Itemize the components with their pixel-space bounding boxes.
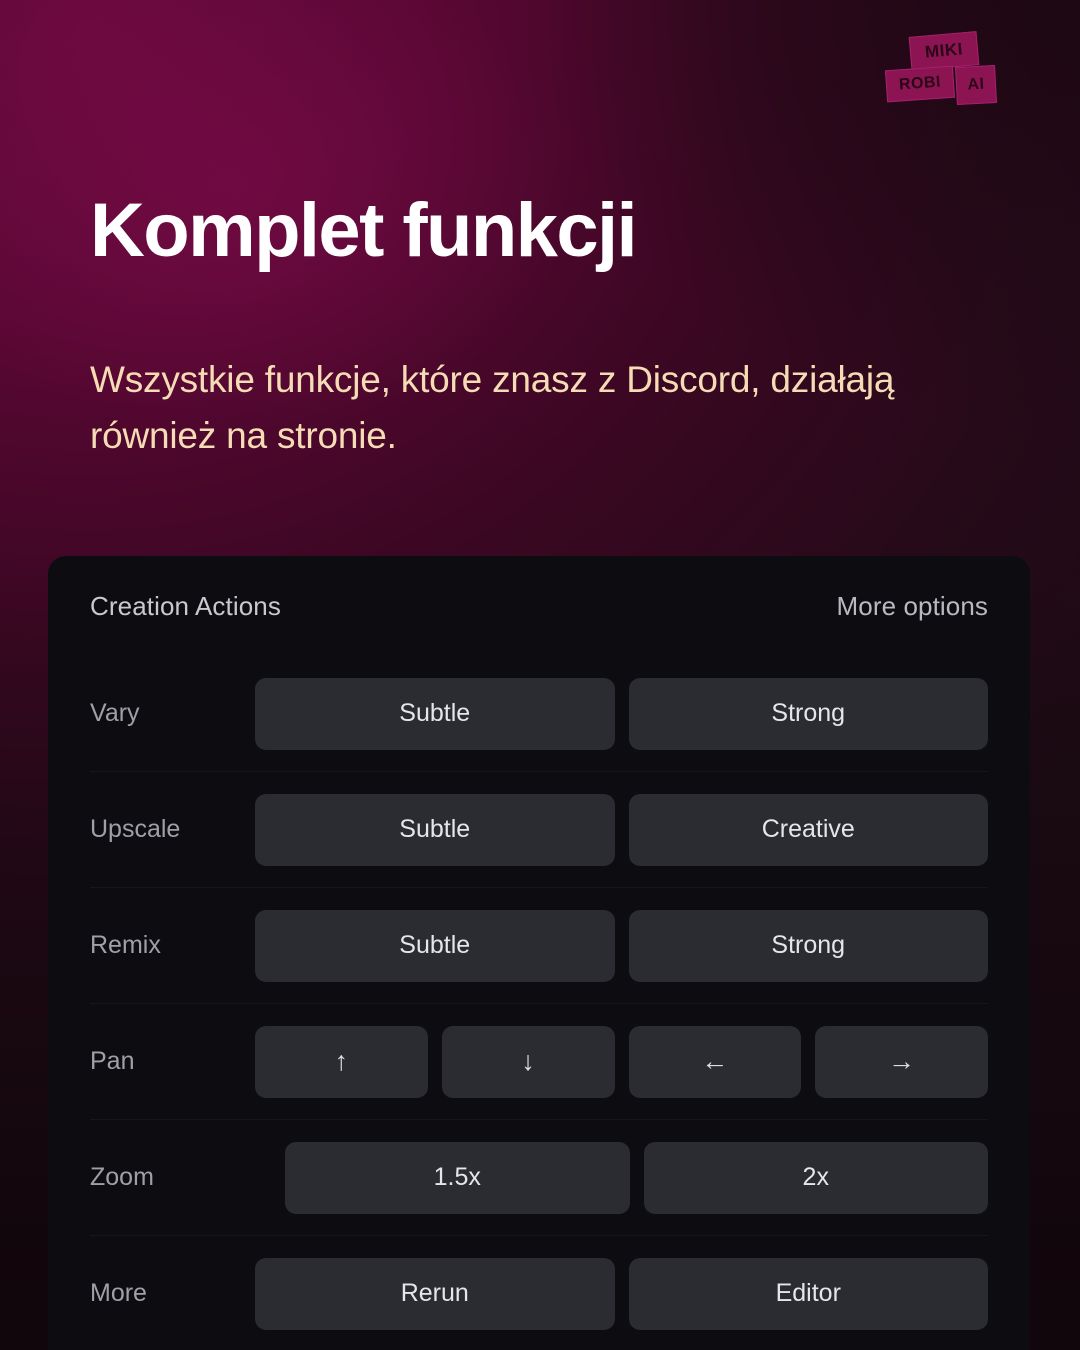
action-row: Upscale Subtle Creative (90, 772, 988, 888)
more-options-button[interactable]: More options (837, 591, 989, 622)
action-button[interactable]: Subtle (255, 909, 615, 982)
page-title: Komplet funkcji (90, 188, 638, 273)
action-button[interactable]: Strong (628, 909, 988, 982)
action-button[interactable]: Subtle (255, 793, 615, 866)
logo-text-robi: ROBI (898, 73, 942, 94)
action-row: Remix Subtle Strong (90, 888, 988, 1004)
action-row: Zoom 1.5x 2x (90, 1120, 988, 1236)
panel-title: Creation Actions (90, 590, 281, 621)
action-row-label: Pan (90, 1047, 135, 1075)
action-row-buttons: 1.5x 2x (285, 1141, 988, 1214)
page-subtitle: Wszystkie funkcje, które znasz z Discord… (90, 359, 895, 457)
action-rows: Vary Subtle Strong Upscale Subtle Creative Rem… (90, 656, 988, 1350)
arrow-up-icon[interactable]: ↑ (255, 1025, 428, 1098)
action-row-buttons: Subtle Strong (255, 677, 988, 750)
action-button[interactable]: Editor (628, 1257, 988, 1330)
action-row: Vary Subtle Strong (90, 656, 988, 772)
panel-header: Creation Actions More options (90, 556, 988, 656)
action-row-buttons: Subtle Strong (255, 909, 988, 982)
action-row-label: More (90, 1279, 147, 1307)
action-row-label: Remix (90, 931, 161, 959)
action-button[interactable]: Subtle (255, 677, 615, 750)
action-row-label: Upscale (90, 815, 181, 843)
action-button[interactable]: 2x (643, 1141, 988, 1214)
logo-tile-miki: MIKI (908, 31, 980, 71)
brand-logo: MIKI ROBI AI (884, 31, 1002, 106)
logo-text-ai: AI (967, 75, 985, 94)
arrow-left-icon[interactable]: ← (628, 1025, 802, 1098)
action-button[interactable]: Strong (628, 677, 988, 750)
action-row-buttons: Rerun Editor (255, 1257, 988, 1330)
arrow-down-icon[interactable]: ↓ (441, 1025, 615, 1098)
action-row-buttons: ↑ ↓ ← → (255, 1025, 988, 1098)
action-row-label: Vary (90, 699, 140, 727)
creation-actions-panel: Creation Actions More options Vary Subtle… (48, 556, 1030, 1350)
action-button[interactable]: 1.5x (285, 1141, 630, 1214)
action-row: More Rerun Editor (90, 1236, 988, 1350)
action-row-buttons: Subtle Creative (255, 793, 988, 866)
action-button[interactable]: Rerun (255, 1257, 615, 1330)
action-row-label: Zoom (90, 1163, 154, 1191)
logo-tile-ai: AI (955, 64, 997, 106)
action-row: Pan ↑ ↓ ← → (90, 1004, 988, 1120)
arrow-right-icon[interactable]: → (815, 1025, 988, 1098)
logo-tile-robi: ROBI (884, 65, 956, 103)
action-button[interactable]: Creative (628, 793, 988, 866)
logo-text-miki: MIKI (924, 39, 964, 62)
